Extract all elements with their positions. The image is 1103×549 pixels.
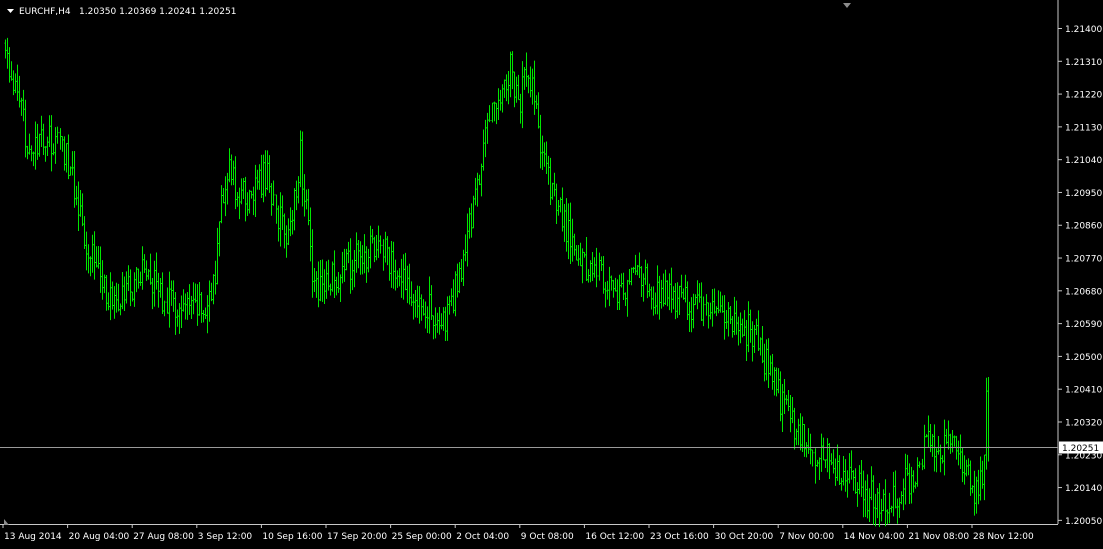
symbol-label: EURCHF,H4 (19, 7, 71, 17)
time-tick-label: 3 Sep 12:00 (198, 532, 253, 542)
price-tick-label: 1.20590 (1065, 320, 1102, 330)
time-tick-label: 20 Aug 04:00 (69, 532, 130, 542)
time-tick-label: 7 Nov 00:00 (779, 532, 834, 542)
time-tick-label: 28 Nov 12:00 (973, 532, 1034, 542)
price-tick-label: 1.21310 (1065, 58, 1102, 68)
time-tick-label: 13 Aug 2014 (4, 532, 62, 542)
price-tick-label: 1.20320 (1065, 418, 1102, 428)
price-tick-label: 1.21130 (1065, 123, 1102, 133)
chart-svg[interactable]: 1.21400 1.21310 1.21220 1.21130 1.21040 1.209… (0, 0, 1103, 545)
price-tick-label: 1.21400 (1065, 25, 1102, 35)
price-tick-label: 1.20140 (1065, 484, 1102, 494)
time-tick-label: 17 Sep 20:00 (327, 532, 387, 542)
price-tick-label: 1.20500 (1065, 353, 1102, 363)
time-tick-label: 16 Oct 12:00 (585, 532, 644, 542)
time-tick-label: 25 Sep 00:00 (392, 532, 452, 542)
time-tick-label: 2 Oct 04:00 (456, 532, 509, 542)
ohlc-values: 1.20350 1.20369 1.20241 1.20251 (79, 7, 236, 17)
price-tick-label: 1.20410 (1065, 386, 1102, 396)
time-tick-label: 10 Sep 16:00 (262, 532, 322, 542)
time-tick-label: 30 Oct 20:00 (715, 532, 774, 542)
price-chart[interactable]: 1.21400 1.21310 1.21220 1.21130 1.21040 1.209… (0, 0, 1103, 545)
time-tick-label: 27 Aug 08:00 (133, 532, 194, 542)
time-tick-label: 14 Nov 04:00 (844, 532, 905, 542)
time-tick-label: 9 Oct 08:00 (521, 532, 574, 542)
price-tick-label: 1.20950 (1065, 189, 1102, 199)
time-tick-label: 23 Oct 16:00 (650, 532, 709, 542)
chart-background (0, 0, 1103, 545)
price-tick-label: 1.20770 (1065, 255, 1102, 265)
price-tick-label: 1.21040 (1065, 156, 1102, 166)
price-tick-label: 1.20860 (1065, 222, 1102, 232)
price-tick-label: 1.20050 (1065, 517, 1102, 527)
price-tick-label: 1.21220 (1065, 91, 1102, 101)
bid-price-label: 1.20251 (1062, 444, 1099, 454)
price-tick-label: 1.20680 (1065, 287, 1102, 297)
time-tick-label: 21 Nov 08:00 (908, 532, 969, 542)
